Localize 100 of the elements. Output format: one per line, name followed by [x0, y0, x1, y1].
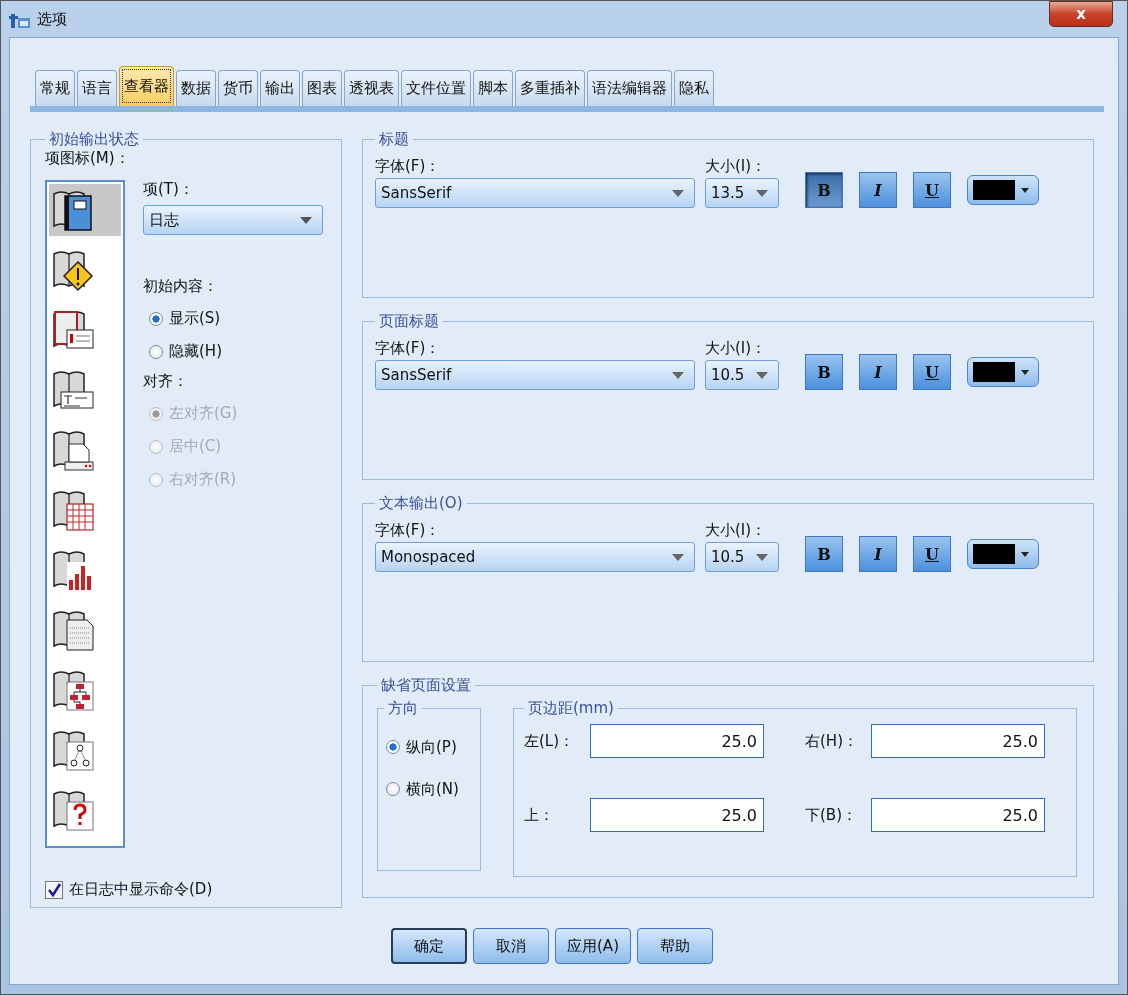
- italic-button[interactable]: I: [859, 354, 897, 390]
- align-label: 对齐：: [143, 372, 189, 391]
- radio-button[interactable]: 隐藏(H): [143, 335, 335, 368]
- size-label: 大小(I)：: [705, 521, 768, 540]
- caret-icon: [1021, 187, 1029, 193]
- table-icon: [51, 488, 95, 532]
- item-label: 项(T)：: [143, 180, 195, 199]
- icon-list[interactable]: [45, 180, 125, 848]
- close-button[interactable]: x: [1049, 1, 1113, 27]
- group-title: 缺省页面设置: [380, 676, 472, 695]
- caret-icon: [672, 189, 684, 197]
- tab[interactable]: 多重插补: [515, 70, 585, 106]
- group-title: 页边距(mm): [527, 699, 615, 718]
- tab[interactable]: 语言: [77, 70, 117, 106]
- caret-icon: [672, 371, 684, 379]
- content-label: 初始内容：: [143, 277, 219, 296]
- font-label: 字体(F)：: [375, 157, 442, 176]
- radio-label: 右对齐(R): [169, 470, 237, 489]
- warning-icon: [51, 248, 95, 292]
- notes-icon: [51, 308, 95, 352]
- group-title: 标题: [378, 130, 410, 149]
- size-dropdown[interactable]: 13.5: [705, 178, 779, 208]
- bold-button[interactable]: B: [805, 354, 843, 390]
- icons-label: 项图标(M)：: [45, 149, 131, 168]
- margin-input[interactable]: 25.0: [871, 798, 1045, 832]
- radio-indicator[interactable]: [149, 311, 163, 326]
- margin-input[interactable]: 25.0: [871, 724, 1045, 758]
- color-picker-button[interactable]: [967, 539, 1039, 569]
- checkbox[interactable]: [45, 880, 63, 899]
- page-icon: [51, 428, 95, 472]
- item-dropdown[interactable]: 日志: [143, 205, 323, 235]
- group-title: 方向: [387, 699, 419, 718]
- underline-button[interactable]: U: [913, 536, 951, 572]
- font-dropdown[interactable]: Monospaced: [375, 542, 695, 572]
- font-label: 字体(F)：: [375, 521, 442, 540]
- margin-input[interactable]: 25.0: [590, 724, 764, 758]
- model-icon: [51, 728, 95, 772]
- text-icon: [51, 608, 95, 652]
- window-title: 选项: [37, 9, 67, 29]
- tab[interactable]: 图表: [302, 70, 342, 106]
- underline-button[interactable]: U: [913, 354, 951, 390]
- font-dropdown[interactable]: SansSerif: [375, 178, 695, 208]
- bold-button[interactable]: B: [805, 536, 843, 572]
- underline-button[interactable]: U: [913, 172, 951, 208]
- radio-label: 横向(N): [406, 779, 459, 799]
- tab[interactable]: 透视表: [344, 70, 399, 106]
- caret-icon: [756, 553, 768, 561]
- checkbox-label: 在日志中显示命令(D): [69, 880, 213, 899]
- radio-indicator[interactable]: [386, 740, 400, 754]
- icon-list-item[interactable]: [49, 184, 121, 236]
- caret-icon: [756, 189, 768, 197]
- caret-icon: [300, 216, 312, 224]
- caret-icon: [756, 371, 768, 379]
- radio-button[interactable]: 显示(S): [143, 302, 335, 335]
- group-title: 页面标题: [378, 312, 440, 331]
- tab[interactable]: 文件位置: [401, 70, 471, 106]
- radio-button[interactable]: 横向(N): [384, 768, 474, 810]
- radio-indicator[interactable]: [149, 344, 163, 359]
- caret-icon: [1021, 369, 1029, 375]
- size-dropdown[interactable]: 10.5: [705, 360, 779, 390]
- tab[interactable]: 常规: [35, 70, 75, 106]
- margin-label: 左(L)：: [524, 731, 576, 751]
- tab[interactable]: 隐私: [674, 70, 714, 106]
- tab[interactable]: 输出: [260, 70, 300, 106]
- dialog-button[interactable]: 应用(A): [555, 928, 631, 964]
- dialog-button[interactable]: 取消: [473, 928, 549, 964]
- dialog-button[interactable]: 确定: [391, 928, 467, 964]
- radio-label: 显示(S): [169, 309, 221, 328]
- caret-icon: [672, 553, 684, 561]
- title-icon: [51, 368, 95, 412]
- caret-icon: [1021, 551, 1029, 557]
- tab[interactable]: 查看器: [119, 66, 174, 106]
- font-label: 字体(F)：: [375, 339, 442, 358]
- radio-label: 左对齐(G): [169, 404, 238, 423]
- tab[interactable]: 语法编辑器: [587, 70, 672, 106]
- radio-button[interactable]: 纵向(P): [384, 726, 474, 768]
- bold-button[interactable]: B: [805, 172, 843, 208]
- radio-label: 隐藏(H): [169, 342, 222, 361]
- radio-label: 纵向(P): [406, 737, 457, 757]
- color-picker-button[interactable]: [967, 175, 1039, 205]
- tab[interactable]: 货币: [218, 70, 258, 106]
- dialog-button[interactable]: 帮助: [637, 928, 713, 964]
- margin-input[interactable]: 25.0: [590, 798, 764, 832]
- margin-label: 上：: [524, 805, 555, 825]
- italic-button[interactable]: I: [859, 172, 897, 208]
- unknown-icon: [51, 788, 95, 832]
- margin-label: 右(H)：: [805, 731, 859, 751]
- group-title: 初始输出状态: [48, 130, 140, 149]
- font-dropdown[interactable]: SansSerif: [375, 360, 695, 390]
- margin-label: 下(B)：: [805, 805, 858, 825]
- size-label: 大小(I)：: [705, 339, 768, 358]
- group-title: 文本输出(O): [378, 494, 464, 513]
- italic-button[interactable]: I: [859, 536, 897, 572]
- radio-label: 居中(C): [169, 437, 222, 456]
- radio-indicator[interactable]: [386, 782, 400, 796]
- tab[interactable]: 数据: [176, 70, 216, 106]
- color-picker-button[interactable]: [967, 357, 1039, 387]
- tab[interactable]: 脚本: [473, 70, 513, 106]
- tree-icon: [51, 668, 95, 712]
- size-dropdown[interactable]: 10.5: [705, 542, 779, 572]
